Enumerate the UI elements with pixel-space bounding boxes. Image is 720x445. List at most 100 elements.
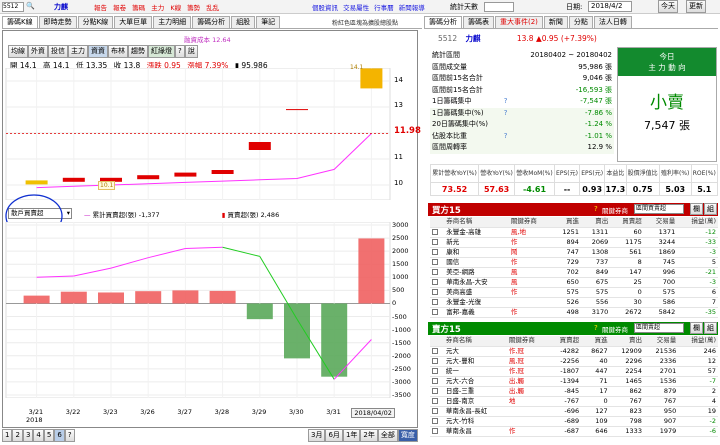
table-row[interactable]: 元大 作,冠 -4282 8627 12909 21536 246 xyxy=(430,346,718,357)
date-tick: 3/30 xyxy=(289,408,304,416)
main-button[interactable]: 主力 xyxy=(68,45,88,58)
table-row[interactable]: 日盛-三重 出,觸 -845 17 862 879 2 xyxy=(430,386,718,397)
row-checkbox[interactable] xyxy=(430,307,445,318)
table-row[interactable]: 元大-豐和 風,冠 -2256 40 2296 2336 12 xyxy=(430,356,718,367)
help-button[interactable]: ? xyxy=(175,45,185,58)
table-cell: -2256 xyxy=(548,356,582,367)
bottom-btn-4[interactable]: 4 xyxy=(33,429,44,442)
tab-group[interactable]: 組股 xyxy=(231,16,256,28)
trend-button[interactable]: 趨勢 xyxy=(128,45,148,58)
top-tab[interactable]: K線 xyxy=(170,4,181,12)
row-checkbox[interactable] xyxy=(430,247,445,258)
top-tab[interactable]: 籌碼 xyxy=(132,4,145,12)
row-checkbox[interactable] xyxy=(430,426,444,437)
refresh-button[interactable]: 更新 xyxy=(686,0,706,13)
margin-button[interactable]: 資資 xyxy=(88,45,108,58)
row-checkbox[interactable] xyxy=(430,257,445,268)
table-row[interactable]: 永豐金-光復 526 556 30 586 7 xyxy=(430,297,718,308)
foreign-button[interactable]: 外資 xyxy=(28,45,48,58)
row-checkbox[interactable] xyxy=(430,277,445,288)
tab-news[interactable]: 新聞 xyxy=(543,16,568,28)
ma-button[interactable]: 均線 xyxy=(8,45,28,58)
bottom-btn-5[interactable]: 5 xyxy=(43,429,55,442)
table-row[interactable]: 美商高盛作 575 575 0 575 6 xyxy=(430,287,718,298)
tab-realtime[interactable]: 即時走勢 xyxy=(38,16,77,28)
top-link[interactable]: 交易屬性 xyxy=(343,4,369,12)
tab-chip-analysis[interactable]: 籌碼分析 xyxy=(192,16,231,28)
row-checkbox[interactable] xyxy=(430,406,444,417)
row-checkbox[interactable] xyxy=(430,376,444,387)
metrics-label-row: 累計營收YoY(%) 營收YoY(%) 營收MoM(%) EPS(元) EPS(元) 本益… xyxy=(429,164,719,183)
tab-chip-table[interactable]: 籌碼表 xyxy=(463,16,494,28)
buy-columns-button[interactable]: 欄 xyxy=(690,203,703,215)
tab-notes[interactable]: 筆記 xyxy=(256,16,281,28)
table-row[interactable]: 華南永昌-長虹 -696 127 823 950 19 xyxy=(430,406,718,417)
days-select[interactable] xyxy=(484,2,514,12)
bottom-help-button[interactable]: ? xyxy=(64,429,75,442)
top-link[interactable]: 個股資訊 xyxy=(312,4,338,12)
table-row[interactable]: 統一 作,冠 -1807 447 2254 2701 57 xyxy=(430,366,718,377)
date-select[interactable]: 2018/4/2 xyxy=(588,1,632,12)
period-1y[interactable]: 1年 xyxy=(342,429,361,442)
sell-group-button[interactable]: 組 xyxy=(704,322,717,334)
search-icon[interactable]: 🔍 xyxy=(26,2,35,10)
trust-button[interactable]: 投信 xyxy=(48,45,68,58)
table-row[interactable]: 富邦-嘉義作 498 3170 2672 5842 -35 xyxy=(430,307,718,318)
row-checkbox[interactable] xyxy=(430,237,445,248)
tab-main-detail[interactable]: 主力明細 xyxy=(153,16,192,28)
row-checkbox[interactable] xyxy=(430,356,444,367)
tab-events[interactable]: 重大事件(2) xyxy=(495,16,543,28)
tab-branch[interactable]: 分點 xyxy=(568,16,593,28)
tab-kline[interactable]: 籌碼K線 xyxy=(2,16,38,28)
tab-branch-k[interactable]: 分點K線 xyxy=(77,16,114,28)
row-checkbox[interactable] xyxy=(430,366,444,377)
top-tab[interactable]: 報卷 xyxy=(113,4,126,12)
width-button[interactable]: 寬度 xyxy=(397,429,418,442)
bottom-btn-1[interactable]: 1 xyxy=(2,429,13,442)
bollinger-button[interactable]: 布林 xyxy=(108,45,128,58)
buy-select[interactable]: 區間買賣超 xyxy=(634,204,684,214)
table-row[interactable]: 日盛-南京地 -767 0 767 767 4 xyxy=(430,396,718,407)
sell-select[interactable]: 區間賣超 xyxy=(634,323,684,333)
row-checkbox[interactable] xyxy=(430,416,444,427)
bottom-btn-3[interactable]: 3 xyxy=(22,429,34,442)
row-checkbox[interactable] xyxy=(430,267,445,278)
sell-columns-button[interactable]: 欄 xyxy=(690,322,703,334)
top-tab[interactable]: 主力 xyxy=(151,4,164,12)
tab-chip[interactable]: 籌碼分析 xyxy=(424,16,462,28)
table-row[interactable]: 美亞-網路風 702 849 147 996 -21 xyxy=(430,267,718,278)
bottom-btn-2[interactable]: 2 xyxy=(12,429,23,442)
tab-institution[interactable]: 法人日轉 xyxy=(593,16,632,28)
top-tab[interactable]: 乱乱 xyxy=(206,4,219,12)
row-checkbox[interactable] xyxy=(430,227,445,238)
period-3m[interactable]: 3月 xyxy=(308,429,326,442)
row-checkbox[interactable] xyxy=(430,297,445,308)
table-row[interactable]: 新光作 894 2069 1175 3244 -33 xyxy=(430,237,718,248)
explain-button[interactable]: 說 xyxy=(184,45,198,58)
tab-big-order[interactable]: 大單巨單 xyxy=(114,16,153,28)
price-candle xyxy=(174,172,197,177)
top-tab[interactable]: 籌勢 xyxy=(187,4,200,12)
row-checkbox[interactable] xyxy=(430,386,444,397)
row-checkbox[interactable] xyxy=(430,346,444,357)
top-tab[interactable]: 報告 xyxy=(94,4,107,12)
table-row[interactable]: 元大-六合 出,觸 -1394 71 1465 1536 -7 xyxy=(430,376,718,387)
code-input[interactable]: 5512 xyxy=(2,2,24,12)
top-link[interactable]: 新聞報導 xyxy=(399,4,425,12)
traffic-light-button[interactable]: 紅綠燈 xyxy=(148,45,175,58)
table-row[interactable]: 國信作 729 737 8 745 5 xyxy=(430,257,718,268)
table-row[interactable]: 華南永昌作 -687 646 1333 1979 -6 xyxy=(430,426,718,437)
period-2y[interactable]: 2年 xyxy=(360,429,378,442)
top-link[interactable]: 行事曆 xyxy=(374,4,394,12)
today-button[interactable]: 今天 xyxy=(658,0,678,13)
row-checkbox[interactable] xyxy=(430,396,444,407)
row-checkbox[interactable] xyxy=(430,287,445,298)
table-row[interactable]: 華南永昌-大安風 650 675 25 700 -3 xyxy=(430,277,718,288)
period-6m[interactable]: 6月 xyxy=(325,429,343,442)
period-all[interactable]: 全部 xyxy=(377,429,398,442)
table-row[interactable]: 元大-竹科 -689 109 798 907 -2 xyxy=(430,416,718,427)
table-row[interactable]: 永豐金-高雄 風,地 1251 1311 60 1371 -12 xyxy=(430,227,718,238)
buy-group-button[interactable]: 組 xyxy=(704,203,717,215)
bottom-btn-6[interactable]: 6 xyxy=(54,429,65,442)
table-row[interactable]: 康和鬧 747 1308 561 1869 -3 xyxy=(430,247,718,258)
